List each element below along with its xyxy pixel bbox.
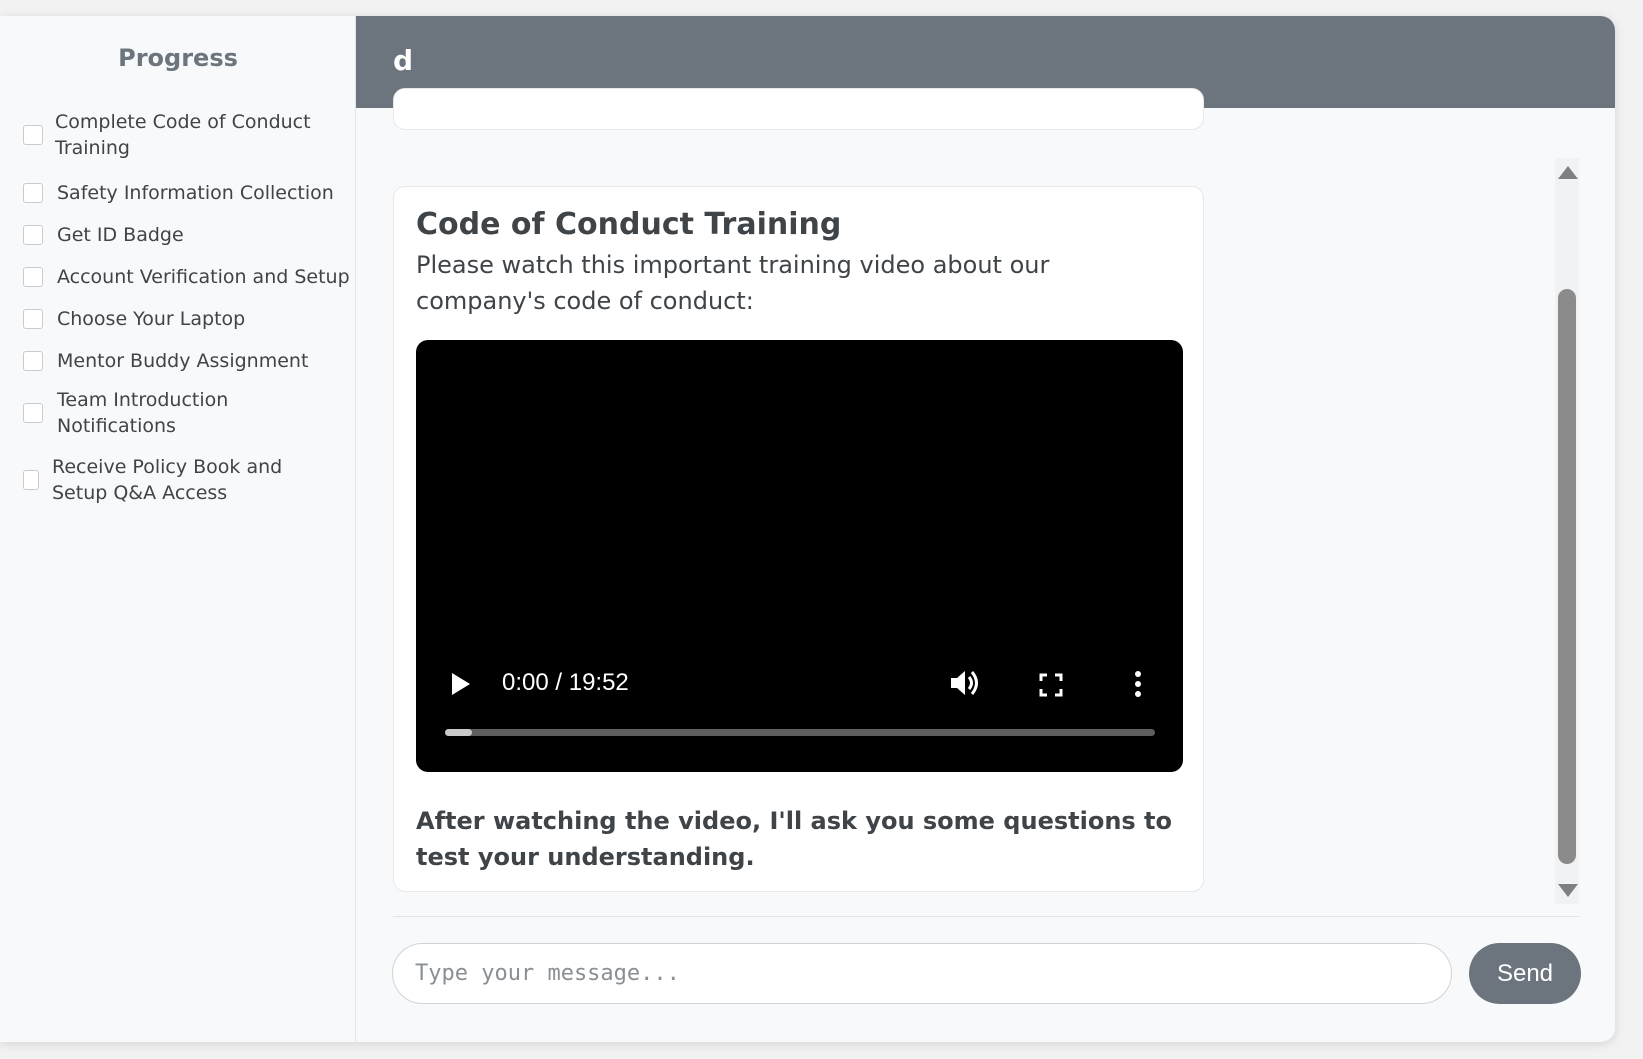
progress-item-choose-laptop[interactable]: Choose Your Laptop	[23, 302, 343, 336]
progress-item-label: Get ID Badge	[57, 224, 184, 246]
progress-sidebar: Progress Complete Code of Conduct Traini…	[0, 16, 356, 1042]
send-button[interactable]: Send	[1469, 943, 1581, 1004]
scroll-up-arrow-icon[interactable]	[1558, 166, 1578, 179]
progress-item-label: Team Introduction Notifications	[57, 389, 229, 437]
progress-item-code-of-conduct[interactable]: Complete Code of Conduct Training	[23, 108, 343, 162]
progress-item-safety-information[interactable]: Safety Information Collection	[23, 176, 343, 210]
fullscreen-icon[interactable]	[1039, 673, 1063, 701]
video-seek-progress	[445, 729, 472, 736]
progress-item-label: Choose Your Laptop	[57, 308, 246, 330]
progress-checkbox[interactable]	[23, 309, 43, 329]
message-title: Code of Conduct Training	[416, 207, 842, 242]
progress-item-label: Receive Policy Book and Setup Q&A Access	[52, 456, 283, 504]
progress-checkbox[interactable]	[23, 183, 43, 203]
progress-item-label: Complete Code of Conduct Training	[55, 111, 311, 159]
message-card: Code of Conduct Training Please watch th…	[393, 186, 1204, 892]
progress-checkbox[interactable]	[23, 225, 43, 245]
messages-area: Code of Conduct Training Please watch th…	[356, 88, 1615, 904]
message-note: After watching the video, I'll ask you s…	[416, 807, 1173, 871]
messages-scrollbar[interactable]	[1555, 158, 1579, 904]
progress-item-policy-book[interactable]: Receive Policy Book and Setup Q&A Access	[23, 453, 343, 507]
progress-item-label: Account Verification and Setup	[57, 266, 350, 288]
progress-item-mentor-buddy[interactable]: Mentor Buddy Assignment	[23, 344, 343, 378]
message-input[interactable]	[392, 943, 1452, 1004]
play-icon[interactable]	[450, 672, 472, 700]
app-window: Progress Complete Code of Conduct Traini…	[0, 16, 1615, 1042]
previous-message-card	[393, 88, 1204, 130]
progress-item-label: Safety Information Collection	[57, 182, 334, 204]
progress-item-label: Mentor Buddy Assignment	[57, 350, 309, 372]
sidebar-title: Progress	[118, 44, 238, 72]
volume-icon[interactable]	[949, 668, 979, 702]
progress-checkbox[interactable]	[23, 470, 39, 490]
progress-checkbox[interactable]	[23, 403, 43, 423]
message-description: Please watch this important training vid…	[416, 251, 1050, 315]
progress-item-id-badge[interactable]: Get ID Badge	[23, 218, 343, 252]
progress-item-account-verification[interactable]: Account Verification and Setup	[23, 260, 350, 294]
video-time: 0:00 / 19:52	[502, 669, 629, 696]
progress-checkbox[interactable]	[23, 125, 43, 145]
video-player[interactable]: 0:00 / 19:52	[416, 340, 1183, 772]
scroll-down-arrow-icon[interactable]	[1558, 884, 1578, 897]
chat-header-title: d	[393, 44, 414, 77]
progress-checkbox[interactable]	[23, 267, 43, 287]
scrollbar-thumb[interactable]	[1558, 289, 1576, 864]
progress-item-team-introduction[interactable]: Team Introduction Notifications	[23, 386, 343, 440]
more-options-icon[interactable]	[1133, 670, 1143, 702]
composer-divider	[393, 916, 1580, 917]
video-seek-bar[interactable]	[445, 729, 1155, 736]
progress-checkbox[interactable]	[23, 351, 43, 371]
